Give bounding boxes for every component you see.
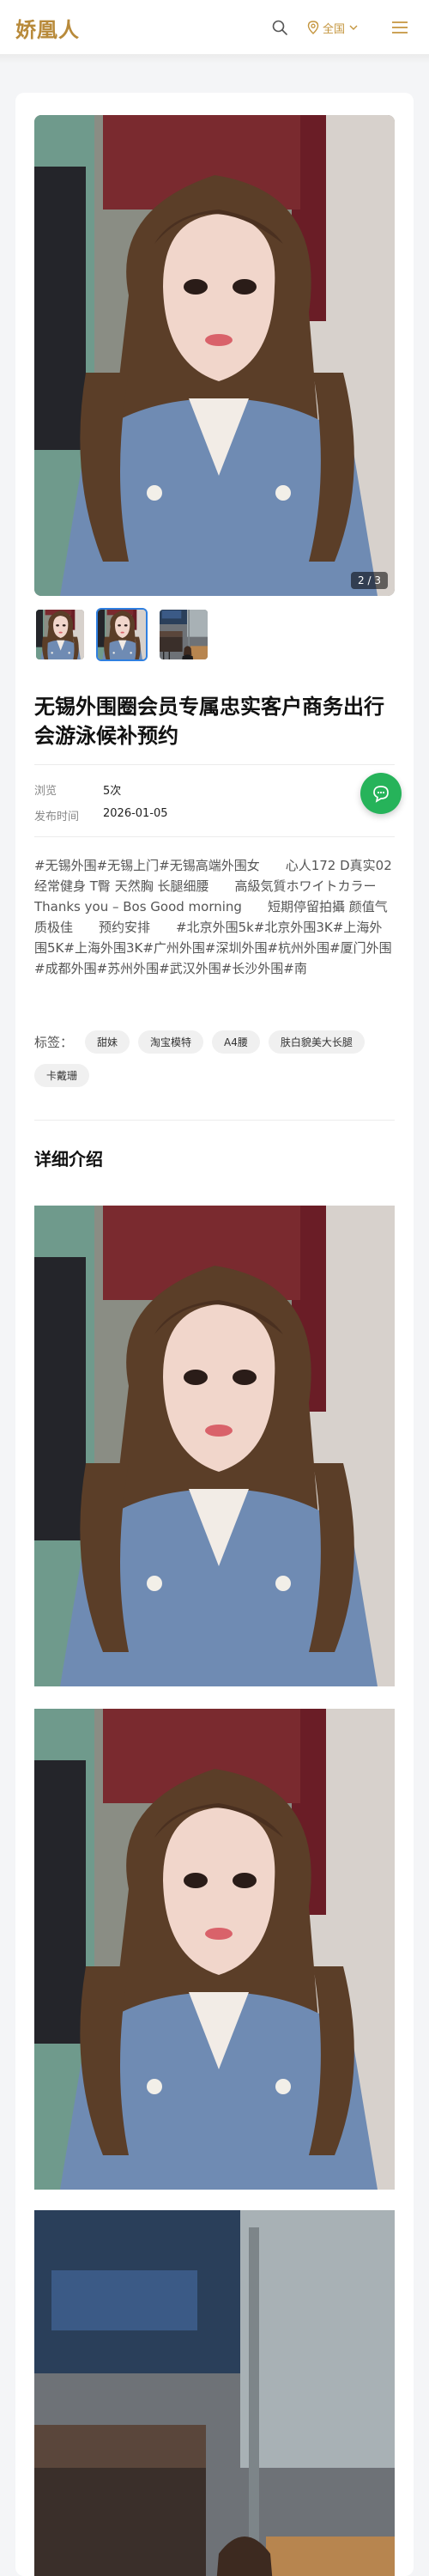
- thumbnail-2[interactable]: [96, 608, 148, 661]
- meta-publish-date: 发布时间 2026-01-05: [34, 807, 168, 823]
- divider: [34, 836, 395, 837]
- gallery-photo: [34, 115, 395, 596]
- search-button[interactable]: [269, 17, 290, 38]
- detail-photo: [34, 1709, 395, 2190]
- thumbnail-1[interactable]: [34, 608, 86, 661]
- gallery-counter: 2 / 3: [351, 572, 388, 589]
- city-label: 全国: [323, 22, 346, 36]
- meta-value: 2026-01-05: [103, 807, 168, 820]
- post-description: #无锡外围#无锡上门#无锡高端外围女 心人172 D真实02 经常健身 T臀 天…: [34, 858, 418, 976]
- tags-label: 标签：: [34, 1035, 74, 1050]
- header-shadow: [0, 55, 429, 64]
- detail-image-2[interactable]: [34, 1709, 395, 2190]
- location-pin-icon: [307, 21, 319, 34]
- search-icon: [272, 20, 287, 35]
- gallery-main-image[interactable]: 2 / 3: [34, 115, 395, 596]
- tag-chip[interactable]: 卡戴珊: [34, 1064, 90, 1087]
- chevron-down-icon: [349, 25, 358, 30]
- post-title: 无锡外围圈会员专属忠实客户商务出行会游泳候补预约: [34, 695, 384, 748]
- top-header: 娇凰人 全国: [0, 0, 429, 55]
- meta-key: 发布时间: [34, 811, 80, 823]
- post-card: 2 / 3 无锡外围圈会员专属忠实客户商务出行会游泳候补预约 浏览 5次 发布时…: [15, 93, 414, 2576]
- meta-value: 5次: [103, 785, 122, 798]
- tag-list: 标签： 甜妹 淘宝模特 A4腰 肤白貌美大长腿 卡戴珊: [34, 1030, 395, 1087]
- tag-chip[interactable]: 淘宝模特: [138, 1030, 204, 1054]
- meta-key: 浏览: [34, 785, 57, 798]
- site-logo[interactable]: 娇凰人: [15, 13, 80, 43]
- gallery-thumbnails: [34, 608, 209, 661]
- city-selector[interactable]: 全国: [307, 17, 359, 38]
- detail-photo: [34, 2210, 395, 2576]
- details-section-title: 详细介绍: [34, 1149, 103, 1170]
- detail-image-3[interactable]: [34, 2210, 395, 2576]
- detail-image-1[interactable]: [34, 1206, 395, 1686]
- divider: [34, 1120, 395, 1121]
- chat-button[interactable]: [360, 773, 402, 814]
- chat-icon: [373, 786, 389, 803]
- detail-photo: [34, 1206, 395, 1686]
- menu-button[interactable]: [390, 17, 410, 38]
- tag-chip[interactable]: 甜妹: [85, 1030, 130, 1054]
- tag-chip[interactable]: A4腰: [212, 1030, 260, 1054]
- thumbnail-3[interactable]: [158, 608, 209, 661]
- divider: [34, 764, 395, 765]
- meta-views: 浏览 5次: [34, 781, 121, 798]
- tag-chip[interactable]: 肤白貌美大长腿: [268, 1030, 365, 1054]
- menu-icon: [392, 21, 408, 33]
